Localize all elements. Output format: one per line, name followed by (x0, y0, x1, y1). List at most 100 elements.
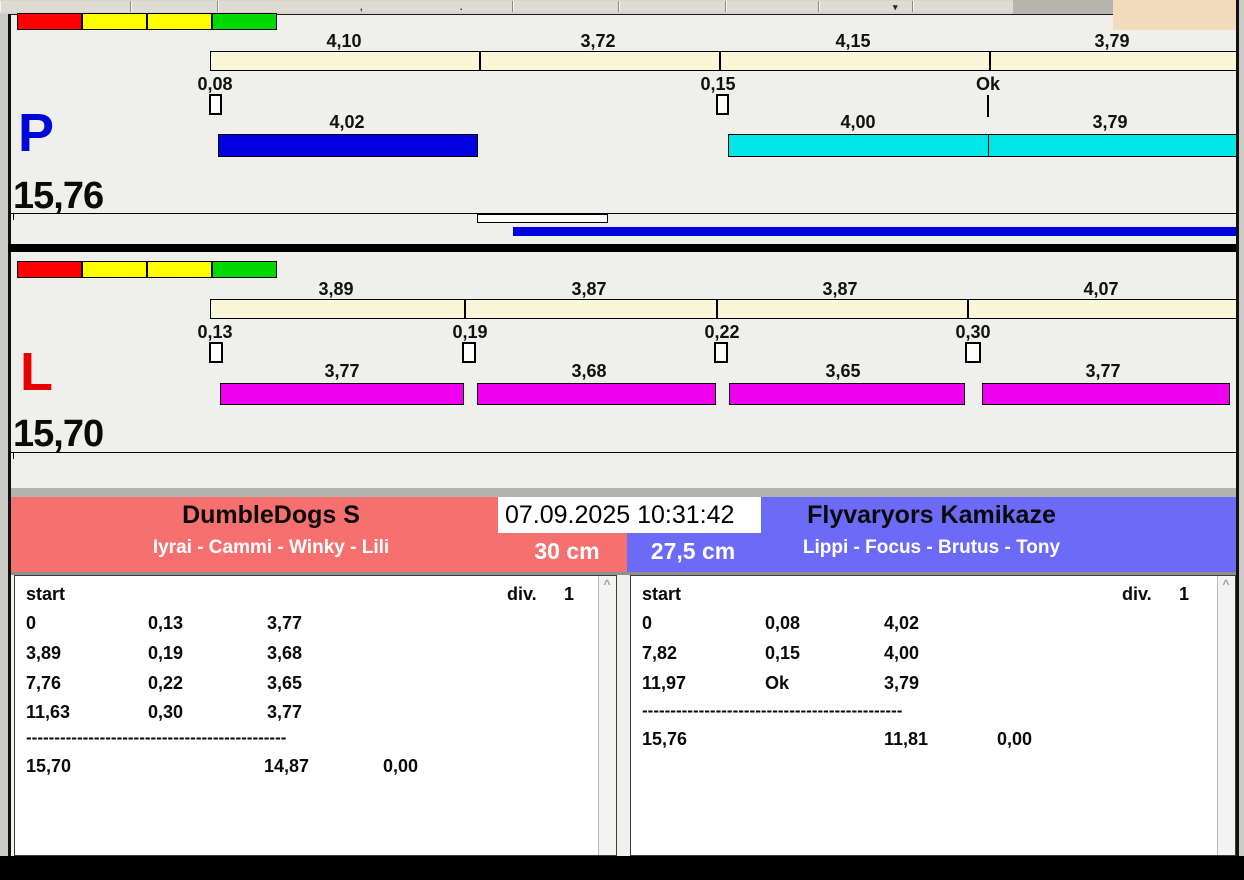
window-edge-left (0, 14, 8, 856)
split-ruler-l (210, 299, 1237, 319)
lane-divider (8, 244, 1241, 252)
offset-marker-box (209, 94, 222, 115)
ruler-divider (464, 300, 466, 318)
split-time: 3,72 (580, 31, 616, 51)
scroll-up-icon[interactable]: ^ (1218, 577, 1234, 591)
cell-run: 3,79 (884, 673, 920, 693)
run-bar-blue (218, 134, 478, 157)
toolbar-button[interactable] (218, 1, 513, 12)
offset-marker-box (209, 342, 223, 363)
run-time: 4,00 (840, 112, 876, 132)
cell-start: 0,15 (765, 643, 801, 663)
offset-marker-box (714, 342, 728, 363)
offset-marker-box (965, 342, 981, 363)
run-time: 3,79 (1092, 112, 1128, 132)
section-divider (11, 488, 1237, 497)
cell-run: 3,68 (267, 643, 303, 663)
toolbar-button[interactable] (913, 1, 1014, 12)
split-time: 4,07 (1083, 279, 1119, 299)
cell-run: 3,77 (267, 613, 303, 633)
cell-start: 0,22 (148, 673, 184, 693)
run-bar-magenta (729, 383, 965, 405)
toolbar-button[interactable] (819, 1, 913, 12)
start-offset-label: 0,19 (452, 322, 488, 342)
split-time: 4,10 (326, 31, 362, 51)
toolbar-button[interactable] (513, 1, 619, 12)
result-table-right: start div. 1 0 0,08 4,02 7,82 0,15 4,00 … (630, 575, 1236, 856)
progress-bar (513, 227, 1237, 236)
cell-cum: 0 (642, 613, 653, 633)
jump-height: 30 cm (534, 538, 600, 564)
start-lights-l (17, 261, 279, 278)
ruler-divider (716, 300, 718, 318)
division-value: 1 (1179, 584, 1190, 604)
toolbar-glyph: , (360, 2, 363, 12)
start-offset-label: 0,13 (197, 322, 233, 342)
toolbar-button[interactable] (0, 1, 131, 12)
position-window-box (477, 214, 608, 223)
ruler-divider (967, 300, 969, 318)
split-time: 3,79 (1094, 31, 1130, 51)
datetime-box: 07.09.2025 10:31:42 (498, 497, 761, 533)
result-table-left: start div. 1 0 0,13 3,77 3,89 0,19 3,68 … (14, 575, 617, 856)
cell-cum: 3,89 (26, 643, 62, 663)
ok-label: Ok (975, 74, 1000, 94)
light-yellow (82, 13, 147, 30)
light-green (212, 13, 277, 30)
table-separator: ----------------------------------------… (642, 701, 903, 720)
cell-cum: 0 (26, 613, 37, 633)
run-time: 4,02 (329, 112, 365, 132)
cell-run: 4,02 (884, 613, 920, 633)
scrollbar[interactable]: ^ (598, 576, 616, 855)
light-green (212, 261, 277, 278)
lane-letter-l: L (20, 342, 53, 402)
cell-start: 0,08 (765, 613, 801, 633)
track-tick (13, 213, 14, 220)
split-time: 4,15 (835, 31, 871, 51)
flyball-timing-window: , . ▾ 4,10 3,72 4,15 3,79 0,08 0,15 Ok P… (0, 0, 1244, 880)
window-edge-right (1239, 0, 1244, 856)
offset-marker-box (462, 342, 476, 363)
split-ruler-p (210, 51, 1237, 71)
toolbar-panel (1013, 0, 1113, 14)
toolbar-glyph: . (460, 2, 463, 12)
toolbar-button[interactable] (619, 1, 726, 12)
clean-time: 14,87 (264, 756, 310, 776)
lane-total-p: 15,76 (13, 175, 104, 217)
table-header: start (26, 584, 66, 604)
toolbar-button[interactable] (726, 1, 819, 12)
track-line (11, 213, 1237, 214)
scroll-up-icon[interactable]: ^ (599, 577, 615, 591)
start-offset-label: 0,15 (700, 74, 736, 94)
ruler-divider (989, 52, 991, 70)
total-time: 15,76 (642, 729, 688, 749)
division-label: div. (1122, 584, 1152, 604)
start-offset-label: 0,08 (197, 74, 233, 94)
side-panel-fragment (1113, 0, 1244, 30)
cell-start: Ok (765, 673, 790, 693)
run-time: 3,68 (571, 361, 607, 381)
light-yellow (82, 261, 147, 278)
split-time: 3,89 (318, 279, 354, 299)
team-name: DumbleDogs S (182, 501, 360, 529)
light-red (17, 13, 82, 30)
table-header: start (642, 584, 682, 604)
dropdown-icon[interactable]: ▾ (893, 2, 898, 13)
scrollbar[interactable]: ^ (1217, 576, 1235, 855)
team-dogs: Iyrai - Cammi - Winky - Lili (152, 537, 390, 558)
cell-start: 0,19 (148, 643, 184, 663)
split-time: 3,87 (822, 279, 858, 299)
cell-run: 3,65 (267, 673, 303, 693)
window-border-left (8, 14, 11, 856)
run-time: 3,65 (825, 361, 861, 381)
division-value: 1 (564, 584, 575, 604)
cell-run: 3,77 (267, 702, 303, 722)
run-time: 3,77 (1085, 361, 1121, 381)
toolbar-button[interactable] (131, 1, 218, 12)
cell-cum: 7,76 (26, 673, 62, 693)
start-offset-label: 0,22 (704, 322, 740, 342)
jump-height: 27,5 cm (650, 538, 736, 564)
light-yellow (147, 261, 212, 278)
cell-cum: 11,63 (26, 702, 71, 722)
total-time: 15,70 (26, 756, 72, 776)
